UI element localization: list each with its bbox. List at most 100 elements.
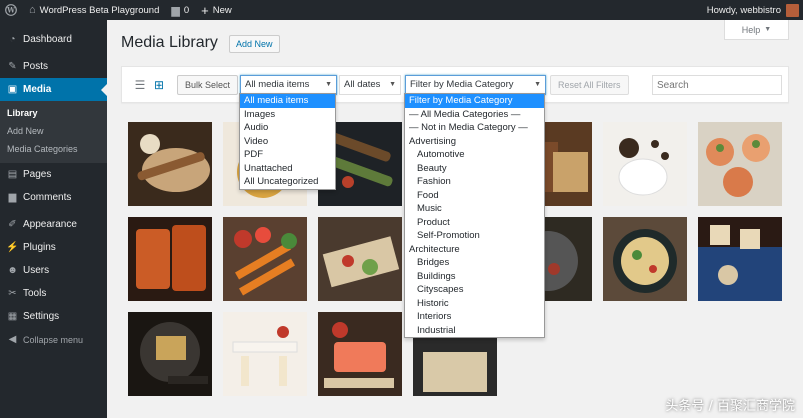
my-account[interactable]: Howdy, webbistro	[707, 3, 803, 17]
add-new-button[interactable]: Add New	[229, 35, 280, 53]
caret-down-icon: ▼	[764, 26, 772, 33]
media-type-option[interactable]: Unattached	[240, 162, 335, 176]
collapse-icon: ◀	[8, 334, 17, 345]
category-option[interactable]: Cityscapes	[405, 283, 544, 297]
plug-icon: ⚡	[6, 242, 19, 253]
site-name-link[interactable]: ⌂ WordPress Beta Playground	[23, 0, 165, 20]
category-option[interactable]: Advertising	[405, 135, 544, 149]
menu-label: Appearance	[23, 219, 77, 230]
help-tab-button[interactable]: Help ▼	[724, 20, 789, 40]
menu-tools[interactable]: ✂ Tools	[0, 282, 107, 305]
menu-appearance[interactable]: ✐ Appearance	[0, 213, 107, 236]
comments-link[interactable]: ▆ 0	[165, 0, 195, 20]
media-thumbnail[interactable]	[698, 122, 782, 206]
media-type-option[interactable]: PDF	[240, 148, 335, 162]
menu-users[interactable]: ☻ Users	[0, 259, 107, 282]
category-option[interactable]: Product	[405, 216, 544, 230]
category-option[interactable]: Architecture	[405, 243, 544, 257]
grid-view-icon[interactable]: ⊞	[152, 78, 166, 92]
menu-label: Pages	[23, 169, 52, 180]
comment-icon: ▆	[171, 4, 180, 17]
media-submenu: Library Add New Media Categories	[0, 101, 107, 163]
category-option[interactable]: Buildings	[405, 270, 544, 284]
collapse-menu-button[interactable]: ◀ Collapse menu	[0, 328, 107, 351]
submenu-library[interactable]: Library	[0, 104, 107, 122]
category-option[interactable]: Fashion	[405, 175, 544, 189]
watermark: 头条号 / 百聚汇商学院	[665, 399, 795, 414]
media-thumbnail[interactable]	[223, 217, 307, 301]
admin-menu: ◔ Dashboard ✎ Posts ▣ Media Library Add New…	[0, 20, 107, 418]
page-icon: ▤	[7, 169, 18, 180]
caret-down-icon: ▼	[325, 81, 332, 88]
svg-text:W: W	[6, 6, 15, 15]
reset-filters-button[interactable]: Reset All Filters	[550, 75, 629, 95]
media-type-option[interactable]: Video	[240, 135, 335, 149]
category-option[interactable]: Bridges	[405, 256, 544, 270]
media-thumbnail[interactable]	[603, 217, 687, 301]
category-value: Filter by Media Category	[410, 79, 514, 90]
list-view-icon[interactable]: ☰	[133, 78, 147, 92]
media-thumbnail[interactable]	[128, 122, 212, 206]
media-type-option[interactable]: Images	[240, 108, 335, 122]
search-input[interactable]	[652, 75, 782, 95]
submenu-media-categories[interactable]: Media Categories	[0, 140, 107, 158]
menu-label: Users	[23, 265, 50, 276]
menu-label: Tools	[23, 288, 47, 299]
new-content-link[interactable]: + New	[195, 0, 238, 20]
category-option[interactable]: Historic	[405, 297, 544, 311]
menu-plugins[interactable]: ⚡ Plugins	[0, 236, 107, 259]
main-content: Media Library Add New Help ▼ ☰ ⊞ Bulk Sel…	[107, 20, 803, 418]
category-option[interactable]: Automotive	[405, 148, 544, 162]
settings-icon: ▦	[7, 311, 18, 322]
avatar	[786, 3, 799, 17]
plus-icon: +	[201, 2, 209, 18]
menu-media[interactable]: ▣ Media	[0, 78, 107, 101]
date-filter[interactable]: All dates ▼	[339, 75, 401, 95]
media-thumbnail[interactable]	[128, 217, 212, 301]
bulk-select-button[interactable]: Bulk Select	[177, 75, 239, 95]
category-option[interactable]: Filter by Media Category	[405, 94, 544, 108]
category-option[interactable]: Interiors	[405, 310, 544, 324]
category-option[interactable]: Food	[405, 189, 544, 203]
submenu-add-new[interactable]: Add New	[0, 122, 107, 140]
category-option[interactable]: — All Media Categories —	[405, 108, 544, 122]
caret-down-icon: ▼	[534, 81, 541, 88]
media-thumbnail[interactable]	[698, 217, 782, 301]
category-option[interactable]: Music	[405, 202, 544, 216]
pin-icon: ✎	[8, 61, 17, 72]
media-type-value: All media items	[245, 79, 310, 90]
media-category-filter[interactable]: Filter by Media Category ▼	[405, 75, 546, 95]
media-thumbnail[interactable]	[128, 312, 212, 396]
category-option[interactable]: Industrial	[405, 324, 544, 338]
menu-posts[interactable]: ✎ Posts	[0, 55, 107, 78]
comments-count: 0	[183, 4, 190, 16]
help-label: Help	[741, 24, 761, 35]
category-option[interactable]: Beauty	[405, 162, 544, 176]
media-thumbnail[interactable]	[318, 312, 402, 396]
media-type-option[interactable]: Audio	[240, 121, 335, 135]
home-icon: ⌂	[29, 4, 36, 16]
wordpress-logo[interactable]: W	[0, 0, 23, 20]
media-type-option[interactable]: All media items	[240, 94, 335, 108]
media-category-dropdown: Filter by Media Category — All Media Cat…	[404, 93, 545, 338]
menu-dashboard[interactable]: ◔ Dashboard	[0, 28, 107, 51]
media-thumbnail[interactable]	[223, 312, 307, 396]
media-thumbnail[interactable]	[603, 122, 687, 206]
caret-down-icon: ▼	[389, 81, 396, 88]
menu-label: Comments	[23, 192, 72, 203]
media-thumbnail[interactable]	[318, 217, 402, 301]
menu-label: Plugins	[23, 242, 56, 253]
brush-icon: ✐	[8, 219, 17, 230]
menu-settings[interactable]: ▦ Settings	[0, 305, 107, 328]
category-option[interactable]: — Not in Media Category —	[405, 121, 544, 135]
dashboard-icon: ◔	[9, 34, 16, 45]
site-name: WordPress Beta Playground	[39, 4, 160, 16]
category-option[interactable]: Self-Promotion	[405, 229, 544, 243]
page-title: Media Library	[121, 34, 218, 51]
media-type-option[interactable]: All Uncategorized	[240, 175, 335, 189]
menu-comments[interactable]: ▆ Comments	[0, 186, 107, 209]
media-type-filter[interactable]: All media items ▼	[240, 75, 337, 95]
menu-pages[interactable]: ▤ Pages	[0, 163, 107, 186]
menu-label: Posts	[23, 61, 49, 72]
media-icon: ▣	[7, 84, 18, 95]
